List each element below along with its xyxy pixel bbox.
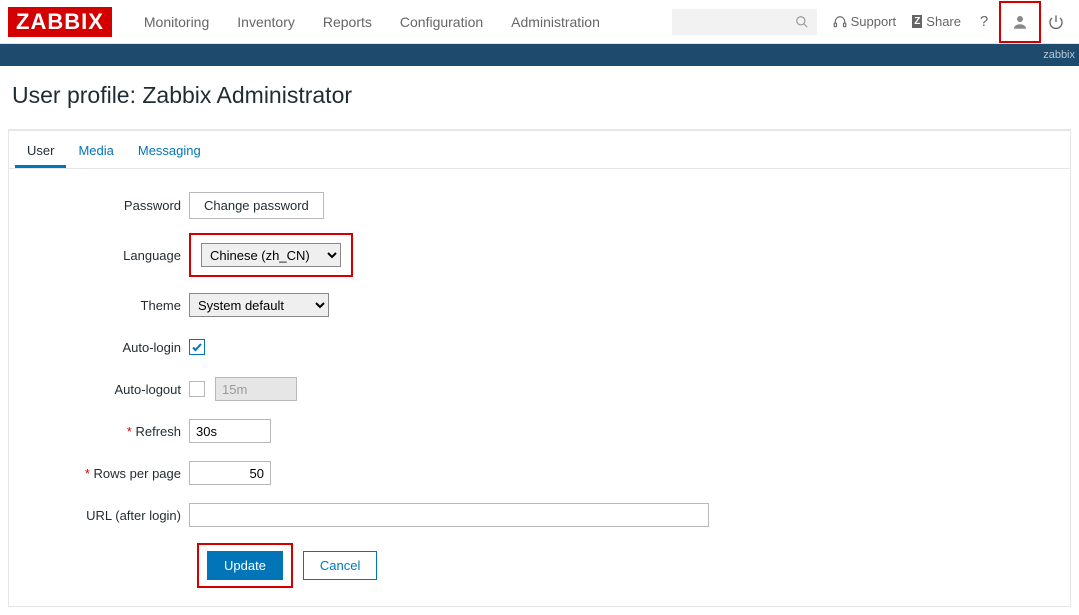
update-button[interactable]: Update xyxy=(207,551,283,580)
profile-form-block: User Media Messaging Password Change pas… xyxy=(8,130,1071,607)
form-actions: Update Cancel xyxy=(197,543,1060,588)
nav-administration[interactable]: Administration xyxy=(497,14,614,30)
language-label: Language xyxy=(19,248,189,263)
password-label: Password xyxy=(19,198,189,213)
sub-nav-bar: zabbix xyxy=(0,44,1079,66)
user-icon xyxy=(1011,13,1029,31)
tab-messaging[interactable]: Messaging xyxy=(126,131,213,168)
power-icon xyxy=(1048,14,1064,30)
tab-media[interactable]: Media xyxy=(66,131,125,168)
nav-reports[interactable]: Reports xyxy=(309,14,386,30)
user-profile-button[interactable] xyxy=(999,1,1041,43)
change-password-button[interactable]: Change password xyxy=(189,192,324,219)
language-highlight: Chinese (zh_CN) xyxy=(189,233,353,277)
rows-per-page-input[interactable] xyxy=(189,461,271,485)
auto-login-checkbox[interactable] xyxy=(189,339,205,355)
cancel-button[interactable]: Cancel xyxy=(303,551,377,580)
search-icon xyxy=(795,15,809,29)
auto-login-label: Auto-login xyxy=(19,340,189,355)
headset-icon xyxy=(833,15,847,29)
tabs: User Media Messaging xyxy=(9,131,1070,169)
main-nav: Monitoring Inventory Reports Configurati… xyxy=(130,14,614,30)
support-link[interactable]: Support xyxy=(825,14,905,29)
nav-configuration[interactable]: Configuration xyxy=(386,14,497,30)
search-input[interactable] xyxy=(672,9,817,35)
share-label: Share xyxy=(926,14,961,29)
help-button[interactable]: ? xyxy=(969,5,999,39)
theme-select[interactable]: System default xyxy=(189,293,329,317)
url-after-login-input[interactable] xyxy=(189,503,709,527)
support-label: Support xyxy=(851,14,897,29)
url-after-login-label: URL (after login) xyxy=(19,508,189,523)
theme-label: Theme xyxy=(19,298,189,313)
nav-monitoring[interactable]: Monitoring xyxy=(130,14,223,30)
rows-per-page-label: * Rows per page xyxy=(19,466,189,481)
auto-logout-input xyxy=(215,377,297,401)
auto-logout-checkbox[interactable] xyxy=(189,381,205,397)
page-content: User profile: Zabbix Administrator User … xyxy=(0,66,1079,615)
user-form: Password Change password Language Chines… xyxy=(9,169,1070,594)
tab-user[interactable]: User xyxy=(15,131,66,168)
refresh-label: * Refresh xyxy=(19,424,189,439)
nav-inventory[interactable]: Inventory xyxy=(223,14,309,30)
logout-button[interactable] xyxy=(1041,5,1071,39)
check-icon xyxy=(191,341,203,353)
logo[interactable]: ZABBIX xyxy=(8,7,112,37)
share-icon: Z xyxy=(912,15,922,28)
question-icon: ? xyxy=(980,13,988,30)
update-highlight: Update xyxy=(197,543,293,588)
user-tag: zabbix xyxy=(1043,49,1075,61)
page-title: User profile: Zabbix Administrator xyxy=(12,82,1071,109)
share-link[interactable]: Z Share xyxy=(904,14,969,29)
top-nav: ZABBIX Monitoring Inventory Reports Conf… xyxy=(0,0,1079,44)
refresh-input[interactable] xyxy=(189,419,271,443)
language-select[interactable]: Chinese (zh_CN) xyxy=(201,243,341,267)
auto-logout-label: Auto-logout xyxy=(19,382,189,397)
